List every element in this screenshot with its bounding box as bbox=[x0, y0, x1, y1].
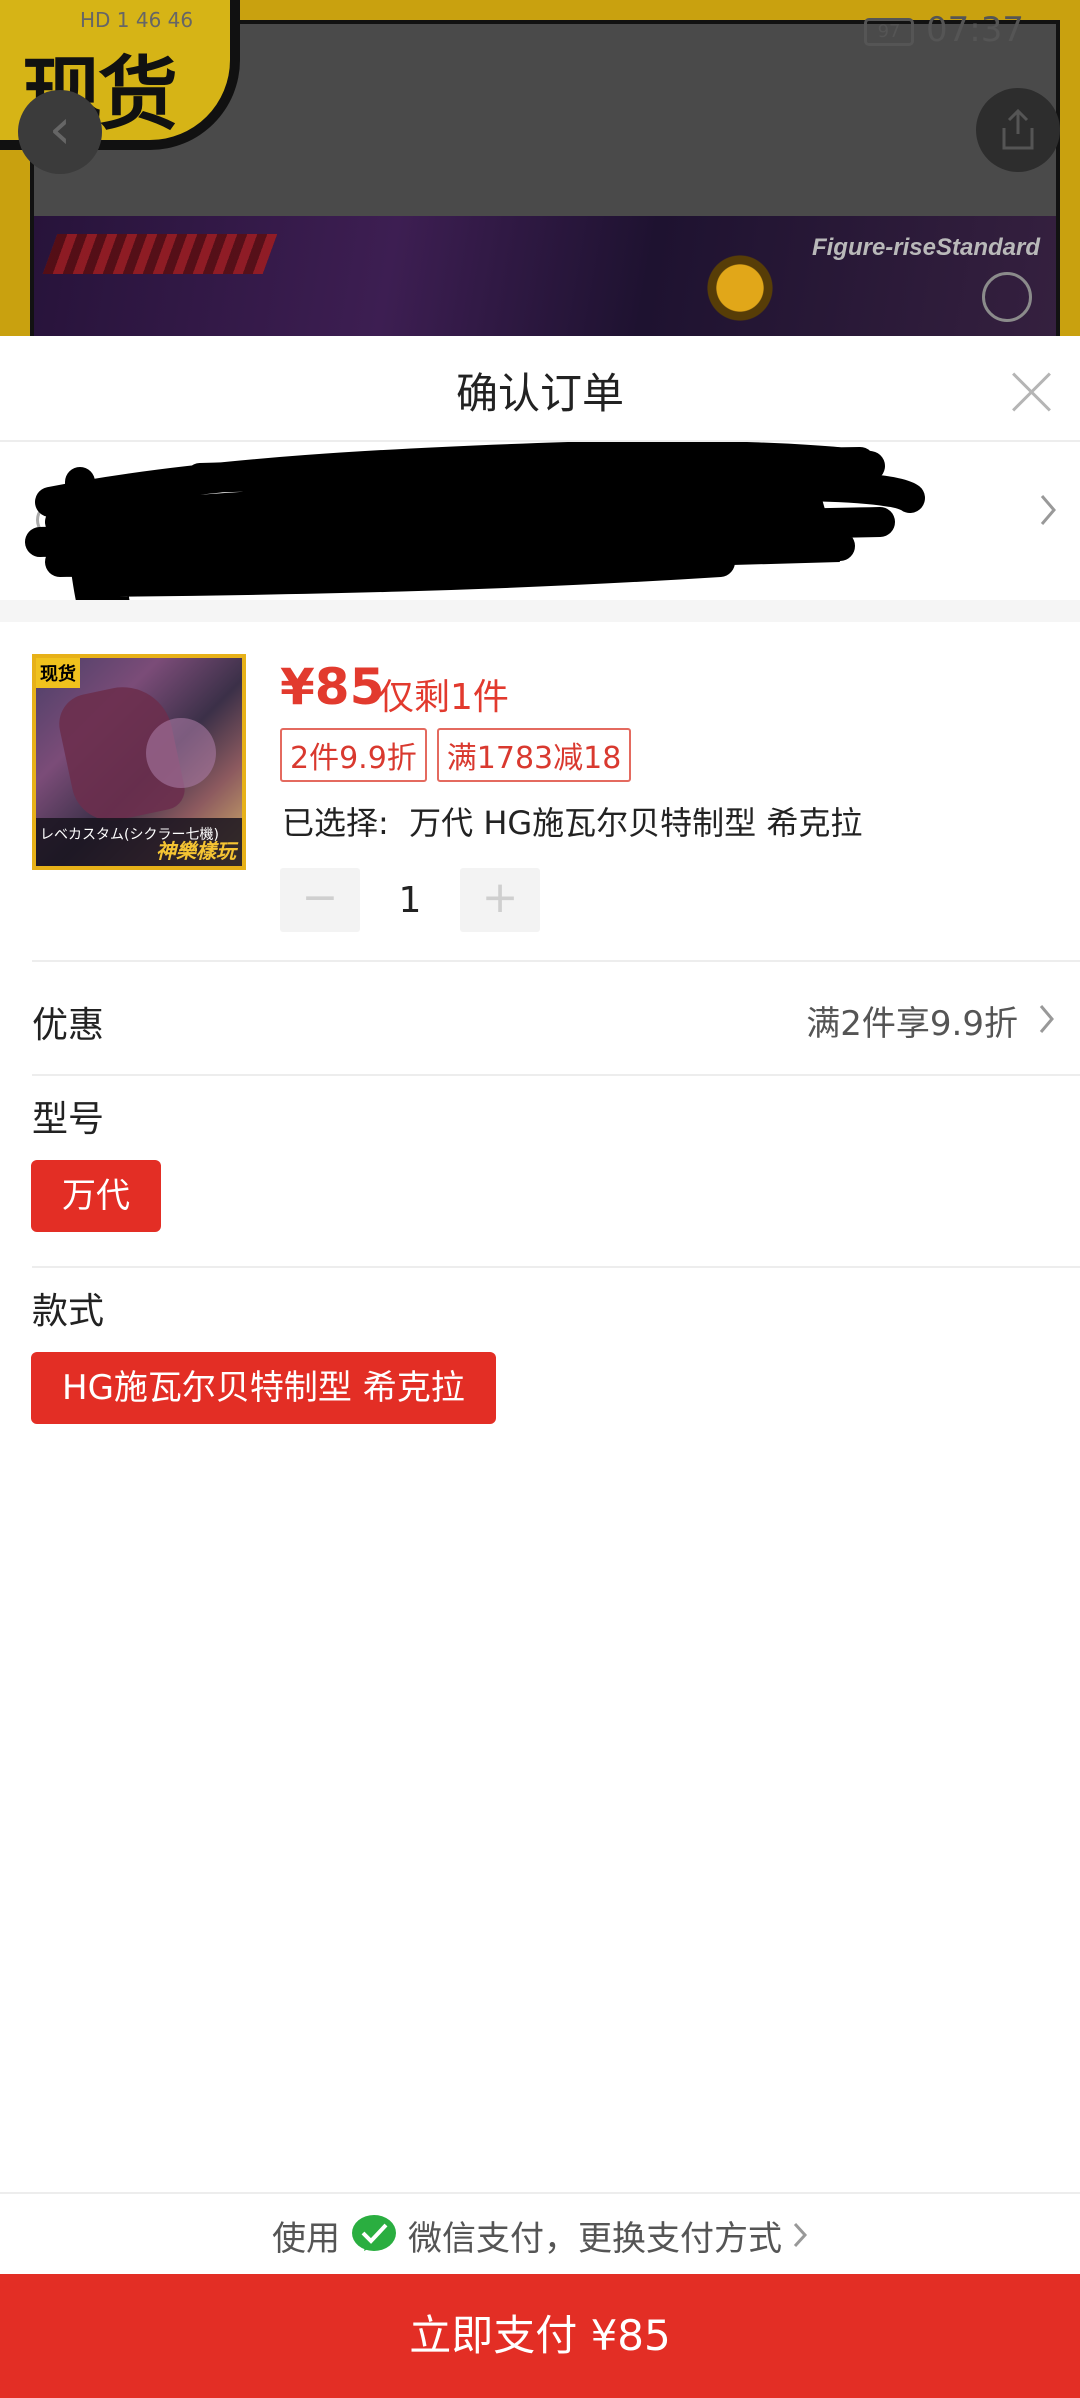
thumbnail-tag: 现货 bbox=[36, 658, 80, 688]
quantity-value[interactable]: 1 bbox=[360, 880, 460, 921]
section-divider bbox=[0, 600, 1080, 622]
background-product-page: Figure-riseStandard 现货 HD 1 46 46 97 07:3… bbox=[0, 0, 1080, 336]
wechat-pay-icon bbox=[352, 2215, 396, 2251]
promo-tag: 2件9.9折 bbox=[280, 728, 427, 782]
share-icon bbox=[1002, 108, 1034, 150]
increase-quantity-button[interactable]: + bbox=[460, 868, 540, 932]
thumbnail-figure-detail bbox=[146, 718, 216, 788]
product-thumbnail: レベカスタム(シクラー七機) 神樂樣玩 现货 bbox=[32, 654, 246, 870]
back-arrow-icon: ‹ bbox=[48, 97, 72, 162]
battery-icon: 97 bbox=[864, 17, 915, 46]
divider bbox=[32, 1266, 1080, 1268]
selected-label: 已选择: bbox=[282, 804, 389, 842]
stock-remaining: 仅剩1件 bbox=[378, 677, 509, 718]
status-time: 07:37 bbox=[926, 10, 1024, 50]
use-label: 使用 bbox=[272, 2218, 340, 2259]
close-icon[interactable] bbox=[1010, 370, 1054, 414]
divider bbox=[32, 960, 1080, 962]
shipping-address-row[interactable] bbox=[0, 442, 1080, 616]
confirm-order-sheet: 确认订单 レベカスタム(シクラー七機) 神樂樣玩 现货 ¥85 仅剩1件 2件9… bbox=[0, 336, 1080, 2398]
model-option-chip[interactable]: 万代 bbox=[31, 1160, 161, 1232]
product-price: ¥85 bbox=[280, 658, 385, 716]
decrease-quantity-button[interactable]: − bbox=[280, 868, 360, 932]
product-summary: レベカスタム(シクラー七機) 神樂樣玩 现货 ¥85 仅剩1件 2件9.9折 满… bbox=[0, 622, 1080, 960]
divider bbox=[32, 1074, 1080, 1076]
payment-method-text: 微信支付，更换支付方式 bbox=[408, 2218, 782, 2259]
quantity-stepper: − 1 + bbox=[280, 868, 540, 932]
chevron-right-icon bbox=[793, 2222, 808, 2248]
style-label: 款式 bbox=[32, 1291, 105, 1332]
banner-logo-text: Figure-riseStandard bbox=[811, 234, 1040, 261]
share-button[interactable] bbox=[976, 88, 1060, 172]
promo-tag: 满1783减18 bbox=[436, 728, 632, 782]
promo-tags: 2件9.9折 满1783减18 bbox=[280, 728, 632, 782]
redaction-scribble bbox=[25, 442, 925, 616]
payment-method-row[interactable]: 使用 微信支付，更换支付方式 bbox=[0, 2192, 1080, 2276]
pay-now-button[interactable]: 立即支付 ¥85 bbox=[0, 2274, 1080, 2398]
discount-value[interactable]: 满2件享9.9折 bbox=[806, 996, 1018, 1045]
selected-value: 万代 HG施瓦尔贝特制型 希克拉 bbox=[409, 804, 863, 842]
chevron-right-icon bbox=[1039, 1005, 1054, 1033]
selected-variant: 已选择: 万代 HG施瓦尔贝特制型 希克拉 bbox=[282, 798, 862, 844]
style-option-chip[interactable]: HG施瓦尔贝特制型 希克拉 bbox=[31, 1352, 496, 1424]
banner-emblem bbox=[680, 222, 800, 336]
thumbnail-brand: 神樂樣玩 bbox=[156, 839, 236, 863]
back-button[interactable]: ‹ bbox=[18, 90, 102, 174]
banner-stripe bbox=[42, 234, 278, 274]
status-bar-signal: HD 1 46 46 bbox=[80, 8, 194, 32]
status-bar-right: 97 07:37 bbox=[864, 10, 1024, 50]
discount-label: 优惠 bbox=[32, 1005, 105, 1046]
sheet-title: 确认订单 bbox=[455, 369, 624, 418]
model-label: 型号 bbox=[32, 1099, 105, 1140]
sheet-header: 确认订单 bbox=[0, 336, 1080, 442]
chevron-right-icon bbox=[1040, 495, 1056, 525]
banner-seal bbox=[982, 272, 1032, 322]
